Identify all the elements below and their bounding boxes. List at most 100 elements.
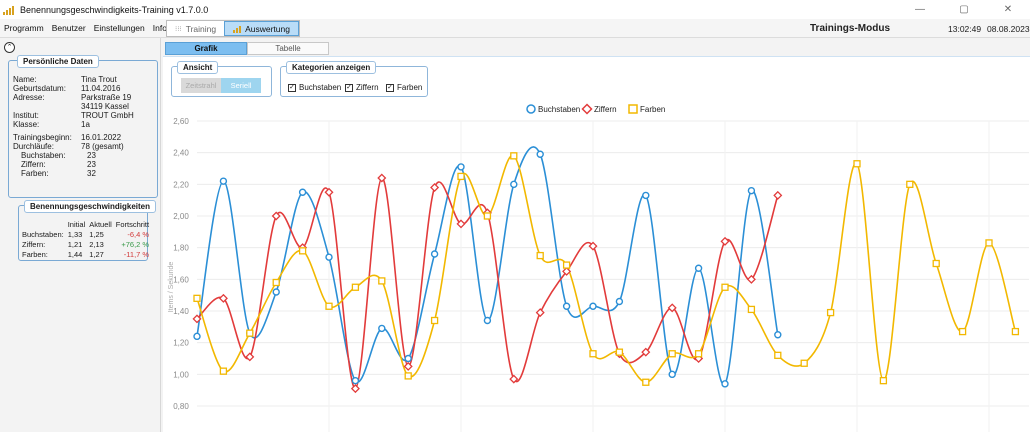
y-tick-label: 1,80	[173, 244, 189, 253]
name-label: Name:	[13, 75, 37, 84]
row-label: Farben:	[22, 249, 48, 259]
address-label: Adresse:	[13, 93, 45, 102]
menu-bar: Programm Benutzer Einstellungen Info ⁝⁝⁝…	[0, 19, 1030, 38]
institute-value: TROUT GmbH	[81, 111, 134, 120]
data-point	[272, 288, 280, 296]
data-point	[668, 350, 676, 358]
y-tick-label: 1,00	[173, 370, 189, 379]
data-point	[879, 377, 888, 385]
data-point	[351, 376, 360, 385]
data-point	[932, 259, 940, 268]
institute-label: Institut:	[13, 111, 39, 120]
data-point	[800, 359, 808, 367]
runs-digits-label: Ziffern:	[21, 160, 46, 169]
data-point	[535, 308, 545, 318]
data-point	[430, 250, 439, 258]
table-row: Ziffern: 1,21 2,13 +76,2 %	[22, 239, 151, 249]
speeds-header-row: Initial Aktuell Fortschritt	[22, 219, 151, 229]
tab-tabelle[interactable]: Tabelle	[247, 42, 329, 55]
data-point	[615, 348, 624, 356]
collapse-panel-button[interactable]: ⌃	[4, 42, 15, 53]
data-point	[642, 191, 650, 200]
menu-benutzer[interactable]: Benutzer	[48, 23, 90, 33]
legend-marker	[526, 104, 536, 114]
data-point	[430, 182, 440, 193]
left-panel: Persönliche Daten Name: Tina Trout Gebur…	[4, 55, 158, 432]
progress-value: +76,2 %	[121, 239, 150, 249]
data-point	[985, 239, 993, 247]
training-start-value: 16.01.2022	[81, 133, 122, 142]
header-initial: Initial	[67, 219, 86, 229]
data-point	[721, 380, 729, 388]
title-bar: Benennungsgeschwindigkeits-Training v1.7…	[0, 0, 1030, 19]
menu-programm[interactable]: Programm	[0, 23, 48, 33]
close-button[interactable]: ✕	[986, 0, 1030, 19]
data-point	[826, 308, 835, 317]
chevron-up-icon: ⌃	[6, 44, 13, 51]
speeds-group: Benennungsgeschwindigkeiten Initial Aktu…	[18, 200, 157, 261]
address-city: 34119 Kassel	[81, 102, 129, 111]
data-point	[457, 172, 465, 181]
data-point	[721, 283, 729, 291]
maximize-button[interactable]: ▢	[942, 0, 986, 19]
mode-tab-group: ⁝⁝⁝ Training Auswertung	[166, 20, 300, 37]
y-tick-label: 2,40	[173, 149, 189, 158]
personal-data-group: Persönliche Daten Name: Tina Trout Gebur…	[8, 55, 158, 198]
data-point	[219, 177, 228, 185]
y-tick-label: 0,80	[173, 402, 189, 411]
class-value: 1a	[81, 120, 90, 129]
data-point	[668, 370, 676, 379]
data-point	[378, 277, 386, 285]
header-progress: Fortschritt	[115, 219, 150, 229]
data-point	[562, 302, 571, 310]
minimize-button[interactable]: —	[898, 0, 942, 19]
data-point	[378, 324, 386, 333]
runs-colors-value: 32	[87, 169, 96, 178]
legend-marker	[628, 104, 638, 114]
birth-value: 11.04.2016	[81, 84, 121, 93]
progress-value: -11,7 %	[123, 249, 150, 259]
speeds-title: Benennungsgeschwindigkeiten	[24, 200, 157, 213]
chart-icon	[233, 25, 242, 33]
header-current: Aktuell	[89, 219, 112, 229]
legend-label: Buchstaben	[538, 105, 580, 114]
row-label: Buchstaben:	[22, 229, 64, 239]
app-logo-icon	[3, 5, 17, 15]
runs-value: 78 (gesamt)	[81, 142, 124, 151]
data-point	[193, 294, 201, 302]
y-tick-label: 1,60	[173, 275, 189, 284]
current-value: 1,25	[89, 229, 104, 239]
data-point	[589, 350, 597, 358]
data-point	[483, 316, 492, 325]
clock: 13:02:49	[948, 24, 982, 34]
tab-training[interactable]: ⁝⁝⁝ Training	[167, 21, 224, 36]
data-point	[536, 150, 544, 158]
address-street: Parkstraße 19	[81, 93, 132, 102]
data-point	[219, 367, 228, 375]
menu-einstellungen[interactable]: Einstellungen	[90, 23, 149, 33]
data-point	[694, 350, 703, 358]
runs-colors-label: Farben:	[21, 169, 49, 178]
current-value: 2,13	[89, 239, 104, 249]
data-point	[615, 297, 624, 306]
class-label: Klasse:	[13, 120, 40, 129]
y-axis-label: Items / Sekunde	[168, 262, 175, 313]
data-point	[324, 187, 334, 197]
y-tick-label: 2,60	[173, 117, 189, 126]
tab-grafik[interactable]: Grafik	[165, 42, 247, 55]
data-point	[404, 354, 412, 363]
data-point	[747, 305, 756, 314]
data-point	[351, 283, 360, 291]
tab-auswertung[interactable]: Auswertung	[224, 21, 299, 36]
legend-label: Farben	[640, 105, 665, 114]
data-point	[430, 316, 439, 325]
data-point	[747, 186, 756, 195]
mode-title: Trainings-Modus	[810, 23, 890, 34]
legend-marker	[581, 103, 593, 115]
data-point	[774, 351, 782, 359]
initial-value: 1,21	[67, 239, 83, 249]
data-point	[906, 180, 914, 188]
initial-value: 1,44	[67, 249, 83, 259]
personal-data-title: Persönliche Daten	[17, 55, 99, 68]
data-point	[510, 152, 518, 160]
